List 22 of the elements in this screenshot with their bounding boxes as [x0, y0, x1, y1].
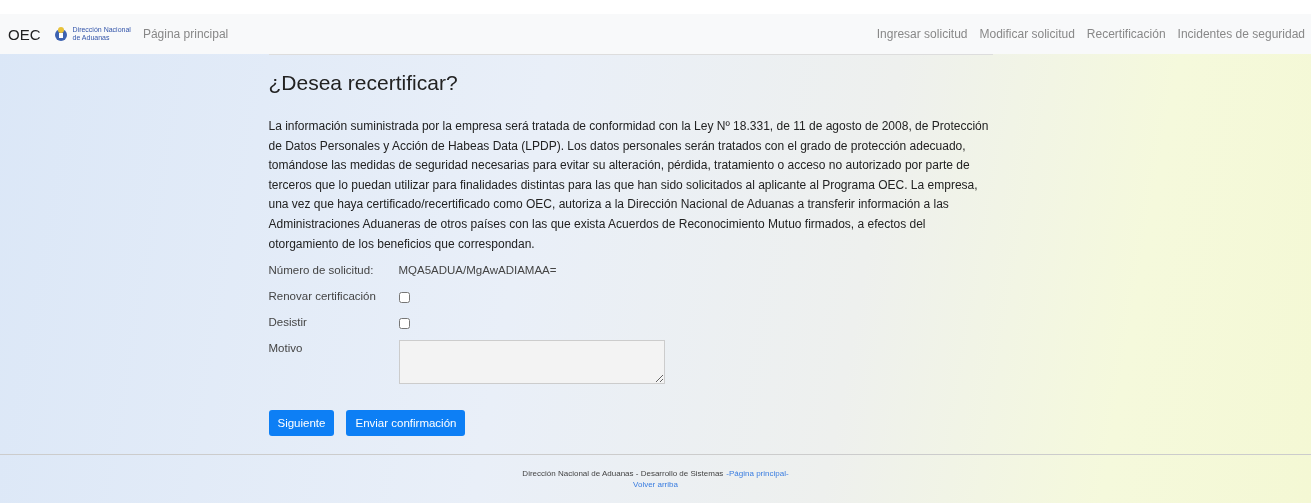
next-button[interactable]: Siguiente	[268, 410, 335, 437]
request-number: MQA5ADUA/MgAwADIAMAA=	[398, 263, 557, 277]
footer-text: Dirección Nacional de Aduanas - Desarrollo de Sistemas	[522, 469, 724, 478]
field-label: Motivo	[268, 341, 304, 355]
field-label: Desistir	[268, 315, 308, 329]
reason-field[interactable]	[398, 340, 665, 385]
page-title: ¿Desea recertificar?	[268, 71, 459, 95]
coat-of-arms-icon	[52, 26, 69, 42]
nav-link[interactable]: Modificar solicitud	[979, 27, 1075, 41]
nav-link[interactable]: Recertificación	[1086, 27, 1166, 41]
privacy-notice: La información suministrada por la empresa será tratada de conformidad con la Ley Nº 18.331, de 11 de agosto de 2008, de Protección de Datos Personales y Acción de Habeas Data (LPDP). Los datos personales serán tratados con el grado de protección adecuado, tomándose las medidas de seguridad necesarias para evitar su alteración, pérdida, tratamiento o acceso no autorizado por parte de terceros que lo puedan utilizar para finalidades distintas para las que han sido solicitados al aplicante al Programa OEC. La empresa, una vez que haya certificado/recertificado como OEC, autoriza a la Dirección Nacional de Aduanas a transferir información a las Administraciones Aduaneras de otros países con las que exista Acuerdos de Reconocimiento Mutuo firmados, a efectos del otorgamiento de los beneficios que correspondan.	[268, 118, 990, 253]
home-link[interactable]: -Página principal-	[726, 469, 789, 478]
field-label: Número de solicitud:	[268, 263, 375, 277]
nav-link[interactable]: Incidentes de seguridad	[1177, 27, 1305, 41]
brand-name[interactable]: OEC	[8, 25, 41, 43]
nav-link[interactable]: Ingresar solicitud	[876, 27, 968, 41]
back-to-top-link[interactable]: Volver arriba	[633, 480, 678, 489]
home-link[interactable]: Página principal	[142, 27, 229, 41]
checkbox[interactable]	[398, 292, 410, 304]
checkbox[interactable]	[398, 318, 410, 330]
send-button[interactable]: Enviar confirmación	[346, 410, 466, 437]
field-label: Renovar certificación	[268, 289, 377, 303]
